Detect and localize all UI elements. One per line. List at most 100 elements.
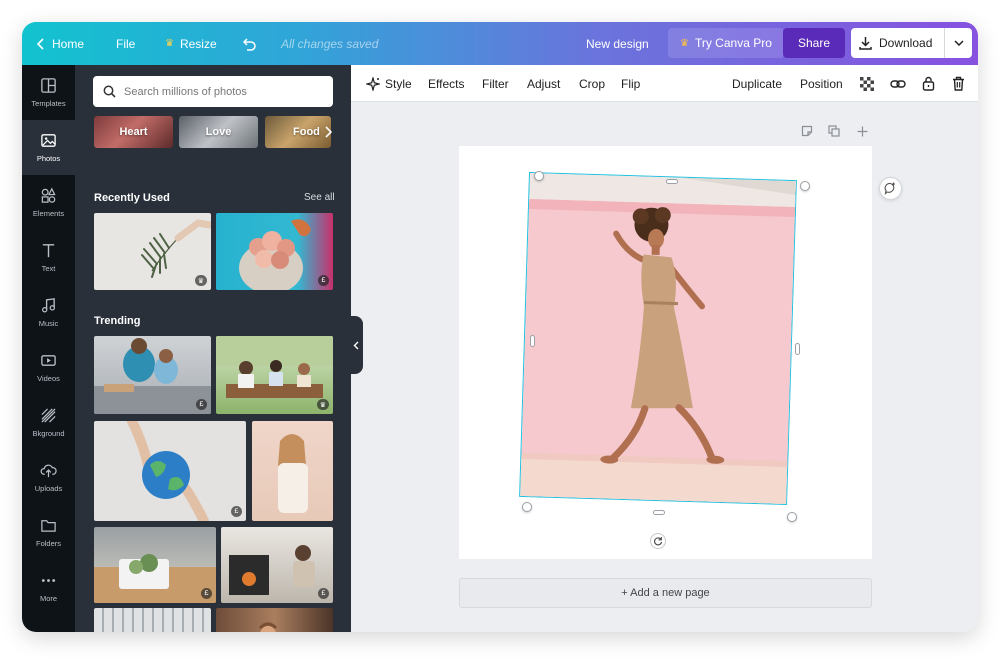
new-design-button[interactable]: New design (586, 22, 649, 65)
rail-item-elements[interactable]: Elements (22, 175, 75, 230)
effects-button[interactable]: Effects (428, 65, 464, 102)
photo-thumbnail[interactable]: ♛ (216, 336, 333, 414)
share-button[interactable]: Share (783, 28, 846, 58)
copy-icon (828, 125, 840, 137)
download-main[interactable]: Download (851, 28, 944, 58)
try-pro-button[interactable]: ♛ Try Canva Pro (668, 28, 784, 58)
transparency-button[interactable] (858, 65, 876, 102)
resize-handle-right[interactable] (795, 343, 800, 355)
add-page-icon-button[interactable] (855, 124, 869, 138)
lock-icon (922, 76, 934, 91)
chip-heart[interactable]: Heart (94, 116, 173, 148)
adjust-button[interactable]: Adjust (527, 65, 560, 102)
text-icon (42, 244, 55, 258)
add-comment-button[interactable] (879, 177, 902, 200)
folders-icon (41, 520, 56, 532)
rail-item-folders[interactable]: Folders (22, 505, 75, 560)
duplicate-page-button[interactable] (827, 124, 841, 138)
paid-badge: £ (231, 506, 242, 517)
rail-label: More (39, 594, 58, 603)
resize-handle-top-right[interactable] (800, 181, 810, 191)
home-button[interactable]: Home (36, 22, 84, 65)
chef-photo (258, 622, 278, 632)
paid-badge: £ (318, 588, 329, 599)
page-notes-button[interactable] (800, 124, 814, 138)
rail-item-background[interactable]: Bkground (22, 395, 75, 450)
selected-photo[interactable] (519, 171, 797, 506)
rail-label: Photos (36, 154, 61, 163)
resize-handle-bottom[interactable] (653, 510, 665, 515)
new-design-label: New design (586, 36, 649, 51)
rail-item-uploads[interactable]: Uploads (22, 450, 75, 505)
comment-icon (884, 182, 895, 195)
resize-handle-top[interactable] (666, 179, 678, 184)
file-menu[interactable]: File (116, 22, 135, 65)
templates-icon (41, 78, 56, 93)
collapse-panel-button[interactable] (349, 316, 363, 374)
save-status-text: All changes saved (281, 36, 379, 51)
photo-thumbnail[interactable]: £ (216, 213, 333, 290)
rail-label: Music (38, 319, 59, 328)
photo-thumbnail[interactable]: £ (94, 421, 246, 521)
photo-thumbnail[interactable]: ♛ (94, 213, 211, 290)
palm-leaf-photo (141, 219, 211, 278)
elements-icon (41, 187, 56, 203)
resize-button[interactable]: ♛ Resize (165, 22, 217, 65)
rail-item-photos[interactable]: Photos (22, 120, 75, 175)
app-window: Home File ♛ Resize All changes saved New… (22, 22, 978, 632)
undo-button[interactable] (241, 22, 257, 65)
photo-thumbnail[interactable] (94, 608, 211, 632)
resize-handle-bottom-right[interactable] (787, 512, 797, 522)
kitchen-photo (94, 338, 211, 414)
resize-handle-top-left[interactable] (534, 171, 544, 181)
paid-badge: £ (201, 588, 212, 599)
flip-button[interactable]: Flip (621, 65, 640, 102)
see-all-link[interactable]: See all (304, 192, 335, 203)
paid-badge: £ (318, 275, 329, 286)
videos-icon (41, 355, 56, 366)
rail-label: Videos (37, 374, 60, 383)
download-button[interactable]: Download (851, 28, 972, 58)
rail-item-music[interactable]: Music (22, 285, 75, 340)
crown-icon: ♛ (165, 38, 174, 49)
resize-handle-left[interactable] (530, 335, 535, 347)
style-button[interactable]: Style (366, 65, 412, 102)
duplicate-button[interactable]: Duplicate (732, 65, 782, 102)
photo-thumbnail[interactable]: £ (94, 527, 216, 603)
rail-item-text[interactable]: Text (22, 230, 75, 285)
download-options-button[interactable] (945, 28, 972, 58)
rail-item-videos[interactable]: Videos (22, 340, 75, 395)
link-button[interactable] (889, 65, 907, 102)
delete-button[interactable] (949, 65, 967, 102)
add-new-page-button[interactable]: + Add a new page (459, 578, 872, 608)
chip-label: Food (293, 126, 320, 138)
search-icon (103, 85, 116, 98)
photo-thumbnail[interactable] (252, 421, 333, 521)
chips-next-button[interactable] (321, 116, 335, 148)
photo-thumbnail[interactable] (216, 608, 333, 632)
trending-heading: Trending (94, 315, 141, 327)
rail-label: Text (41, 264, 56, 273)
rail-item-more[interactable]: More (22, 560, 75, 615)
sparkle-icon (366, 76, 380, 91)
sink-photo (94, 554, 216, 603)
pro-badge: ♛ (194, 275, 207, 286)
chip-love[interactable]: Love (179, 116, 258, 148)
crop-label: Crop (579, 76, 606, 91)
photo-thumbnail[interactable]: £ (221, 527, 333, 603)
side-rail: Templates Photos Elements Text Music Vid… (22, 65, 75, 632)
undo-icon (242, 37, 256, 51)
position-button[interactable]: Position (800, 65, 843, 102)
filter-button[interactable]: Filter (482, 65, 509, 102)
photo-thumbnail[interactable]: £ (94, 336, 211, 414)
rail-item-templates[interactable]: Templates (22, 65, 75, 120)
rotate-handle[interactable] (650, 533, 666, 549)
flowers-photo (239, 219, 311, 290)
rail-label: Templates (31, 99, 66, 108)
search-input[interactable]: Search millions of photos (93, 76, 333, 107)
crop-button[interactable]: Crop (579, 65, 605, 102)
lock-button[interactable] (919, 65, 937, 102)
top-bar: Home File ♛ Resize All changes saved New… (22, 22, 978, 65)
try-pro-label: Try Canva Pro (694, 36, 772, 50)
resize-handle-bottom-left[interactable] (522, 502, 532, 512)
